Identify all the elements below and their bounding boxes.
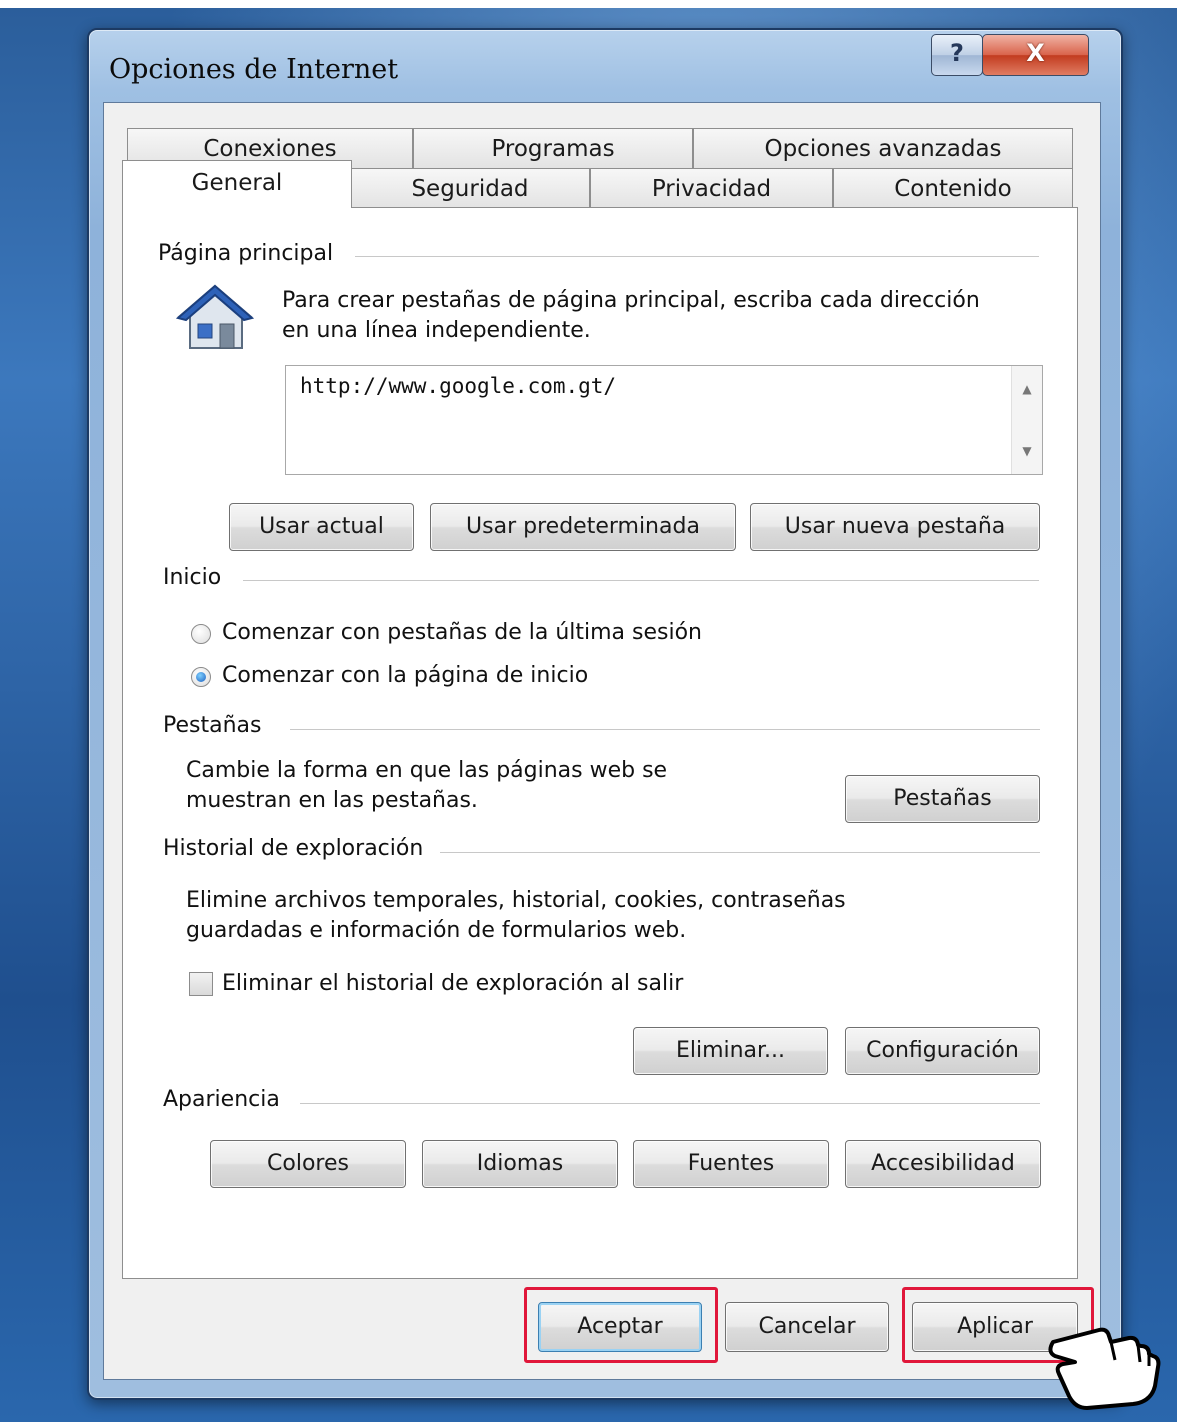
url-scrollbar[interactable]: ▲ ▼ (1011, 366, 1042, 474)
group-divider (243, 580, 1039, 581)
group-pestanas: Pestañas (163, 713, 261, 738)
tab-opciones-avanzadas[interactable]: Opciones avanzadas (693, 128, 1073, 168)
group-divider (290, 729, 1040, 730)
home-instructions-line2: en una línea independiente. (282, 318, 591, 343)
help-button[interactable]: ? (931, 34, 983, 76)
cancel-button[interactable]: Cancelar (725, 1302, 889, 1352)
use-current-button[interactable]: Usar actual (229, 503, 414, 551)
delete-on-exit-checkbox[interactable] (189, 972, 213, 996)
scroll-down-icon[interactable]: ▼ (1012, 444, 1042, 458)
radio-last-session[interactable] (191, 624, 211, 644)
history-desc-line2: guardadas e información de formularios w… (186, 918, 687, 943)
tab-programas[interactable]: Programas (413, 128, 693, 168)
group-label: Historial de exploración (163, 836, 424, 861)
tabs-desc-line2: muestran en las pestañas. (186, 788, 478, 813)
home-instructions-line1: Para crear pestañas de página principal,… (282, 288, 980, 313)
colors-button[interactable]: Colores (210, 1140, 406, 1188)
group-label: Apariencia (163, 1087, 280, 1112)
group-divider (300, 1103, 1040, 1104)
group-historial: Historial de exploración (163, 836, 423, 861)
tab-contenido[interactable]: Contenido (833, 168, 1073, 208)
window-title: Opciones de Internet (109, 54, 399, 85)
tabs-settings-button[interactable]: Pestañas (845, 775, 1040, 823)
radio-last-session-label[interactable]: Comenzar con pestañas de la última sesió… (222, 618, 702, 648)
home-page-url-value: http://www.google.com.gt/ (300, 374, 617, 398)
hand-pointer-icon (1048, 1327, 1161, 1410)
radio-home-page-label[interactable]: Comenzar con la página de inicio (222, 661, 588, 691)
delete-history-button[interactable]: Eliminar... (633, 1027, 828, 1075)
group-label: Pestañas (163, 713, 262, 738)
home-icon (176, 284, 254, 349)
history-settings-button[interactable]: Configuración (845, 1027, 1040, 1075)
group-divider (440, 852, 1040, 853)
accessibility-button[interactable]: Accesibilidad (845, 1140, 1041, 1188)
close-icon: X (1026, 39, 1045, 67)
accept-highlight (524, 1287, 718, 1363)
tabs-desc-line1: Cambie la forma en que las páginas web s… (186, 758, 668, 783)
tab-seguridad[interactable]: Seguridad (350, 168, 590, 208)
fonts-button[interactable]: Fuentes (633, 1140, 829, 1188)
home-page-url-textarea[interactable]: http://www.google.com.gt/ ▲ ▼ (285, 365, 1043, 475)
languages-button[interactable]: Idiomas (422, 1140, 618, 1188)
history-desc-line1: Elimine archivos temporales, historial, … (186, 888, 846, 913)
scroll-up-icon[interactable]: ▲ (1012, 382, 1042, 396)
group-apariencia: Apariencia (163, 1087, 280, 1112)
use-default-button[interactable]: Usar predeterminada (430, 503, 736, 551)
group-inicio: Inicio (163, 565, 221, 590)
group-label: Inicio (163, 565, 222, 590)
radio-selected-dot (196, 672, 206, 682)
use-new-tab-button[interactable]: Usar nueva pestaña (750, 503, 1040, 551)
radio-home-page[interactable] (191, 667, 211, 687)
delete-on-exit-label[interactable]: Eliminar el historial de exploración al … (222, 969, 683, 999)
group-label: Página principal (158, 241, 334, 266)
tab-general[interactable]: General (122, 160, 352, 208)
help-icon: ? (950, 39, 964, 67)
group-divider (355, 256, 1039, 257)
tab-privacidad[interactable]: Privacidad (590, 168, 833, 208)
close-button[interactable]: X (982, 34, 1089, 76)
group-pagina-principal: Página principal (158, 241, 333, 266)
